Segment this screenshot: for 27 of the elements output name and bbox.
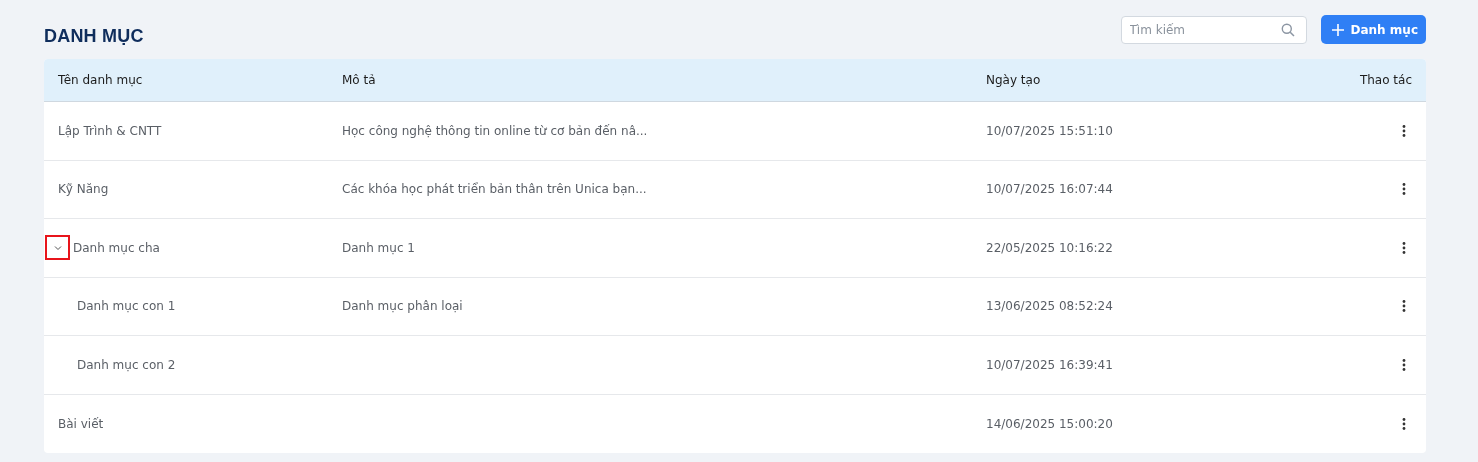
category-name: Lập Trình & CNTT [58,123,162,138]
category-name: Danh mục con 2 [77,357,176,372]
created-date: 10/07/2025 15:51:10 [986,123,1113,138]
plus-icon [1330,22,1345,37]
created-date: 22/05/2025 10:16:22 [986,240,1113,255]
created-date: 13/06/2025 08:52:24 [986,299,1113,314]
category-description: Danh mục phân loại [342,299,463,314]
category-description: Các khóa học phát triển bản thân trên Unica bạn... [342,182,647,197]
add-category-button[interactable]: Danh mục [1320,15,1426,44]
page-title: DANH MỤC [44,26,144,47]
search-icon [1280,22,1295,37]
category-name: Danh mục con 1 [77,299,176,314]
category-name: Kỹ Năng [58,182,109,197]
created-date: 10/07/2025 16:07:44 [986,182,1113,197]
search-field[interactable]: Tìm kiếm [1120,15,1307,44]
column-header: Thao tác [1359,73,1412,87]
created-date: 14/06/2025 15:00:20 [986,416,1113,431]
category-description: Học công nghệ thông tin online từ cơ bản đến nâ... [342,123,648,138]
category-name: Bài viết [58,416,104,431]
column-header: Mô tả [342,73,376,87]
column-header: Ngày tạo [986,73,1041,87]
category-name: Danh mục cha [73,240,160,255]
column-header: Tên danh mục [58,73,143,87]
chevron-down-icon [53,244,62,251]
category-description: Danh mục 1 [342,240,415,255]
expand-toggle[interactable] [45,235,70,261]
created-date: 10/07/2025 16:39:41 [986,357,1113,372]
